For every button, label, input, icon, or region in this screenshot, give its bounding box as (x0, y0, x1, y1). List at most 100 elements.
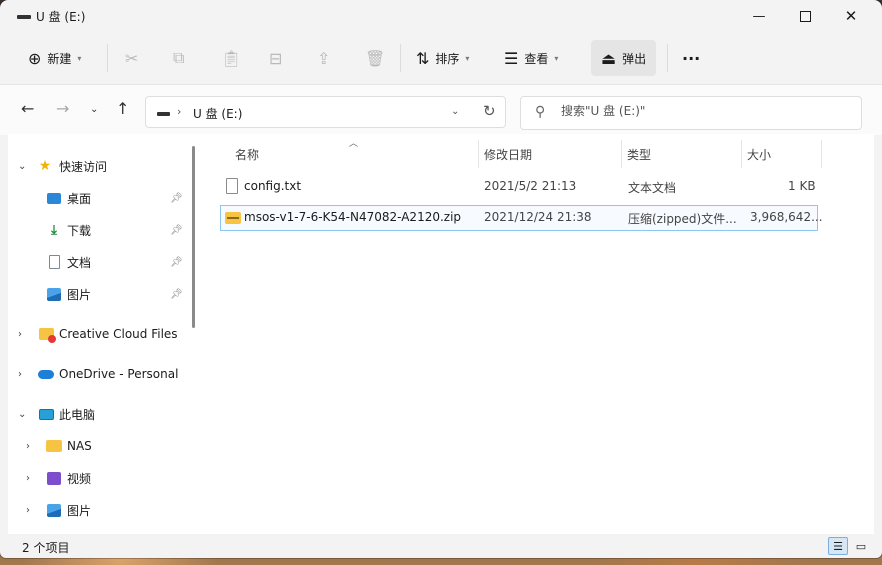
more-options-button[interactable]: ··· (682, 36, 700, 80)
nav-item-this-pc[interactable]: ⌄ 此电脑 (8, 399, 188, 429)
nav-label: OneDrive - Personal (59, 367, 179, 381)
column-divider[interactable] (821, 140, 822, 168)
file-size: 3,968,642... (750, 210, 823, 224)
details-view-icon: ☰ (833, 539, 843, 553)
close-button[interactable]: ✕ (828, 0, 874, 32)
nav-item-documents[interactable]: 文档 📌︎ (8, 247, 188, 277)
nav-item-creative-cloud[interactable]: › Creative Cloud Files (8, 319, 188, 349)
view-button[interactable]: ☰ 查看 ▾ (504, 36, 558, 80)
pin-icon[interactable]: 📌︎ (170, 289, 183, 300)
nav-label: 文档 (67, 255, 92, 270)
clipboard-icon: 📋︎ (221, 48, 242, 68)
nav-item-videos[interactable]: › 视频 (8, 463, 188, 493)
file-row[interactable]: config.txt 2021/5/2 21:13 文本文档 1 KB (220, 174, 818, 200)
pictures-icon (46, 286, 62, 302)
sort-ascending-icon: ︿ (349, 139, 359, 149)
column-divider[interactable] (741, 140, 742, 168)
copy-icon: ⧉ (173, 48, 185, 67)
new-button[interactable]: ⊕ 新建 ▾ (28, 36, 81, 80)
details-view-button[interactable]: ☰ (828, 537, 848, 555)
chevron-down-icon[interactable]: ⌄ (18, 409, 26, 420)
new-label: 新建 (47, 51, 72, 66)
pin-icon[interactable]: 📌︎ (170, 225, 183, 236)
delete-button[interactable]: 🗑︎ (365, 36, 385, 80)
nav-item-pictures-pc[interactable]: › 图片 (8, 495, 188, 525)
copy-button[interactable]: ⧉ (173, 36, 184, 80)
breadcrumb-current[interactable]: U 盘 (E:) (193, 105, 242, 122)
folder-icon (46, 438, 62, 454)
tiles-view-button[interactable]: ▭ (851, 537, 871, 555)
file-size: 1 KB (788, 179, 816, 193)
column-divider[interactable] (621, 140, 622, 168)
nav-item-desktop[interactable]: 桌面 📌︎ (8, 183, 188, 213)
eject-button[interactable]: ⏏ 弹出 (591, 40, 657, 76)
nav-item-onedrive[interactable]: › OneDrive - Personal (8, 359, 188, 389)
cut-button[interactable]: ✂ (125, 36, 138, 80)
chevron-right-icon[interactable]: › (18, 329, 22, 340)
chevron-down-icon[interactable]: ⌄ (18, 161, 26, 172)
file-name: msos-v1-7-6-K54-N47082-A2120.zip (244, 210, 462, 224)
pictures-icon (46, 502, 62, 518)
share-button[interactable]: ⇪ (317, 36, 330, 80)
nav-item-nas[interactable]: › NAS (8, 431, 188, 461)
back-button[interactable]: ← (21, 99, 34, 118)
window-title: U 盘 (E:) (36, 10, 86, 24)
file-date: 2021/5/2 21:13 (484, 179, 577, 193)
sort-label: 排序 (435, 51, 460, 66)
column-header-date[interactable]: 修改日期 (484, 146, 532, 163)
rename-icon: ⊟ (269, 48, 283, 68)
file-row-selected[interactable]: msos-v1-7-6-K54-N47082-A2120.zip 2021/12… (220, 205, 823, 231)
search-icon: ⚲ (535, 104, 546, 120)
breadcrumb-separator[interactable]: › (177, 105, 181, 118)
document-icon (46, 254, 62, 270)
refresh-icon[interactable]: ↻ (483, 102, 496, 120)
nav-label: Creative Cloud Files (59, 327, 178, 341)
ellipsis-icon: ··· (682, 48, 701, 68)
list-view-icon: ☰ (504, 48, 519, 68)
column-divider[interactable] (478, 140, 479, 168)
search-box[interactable]: ⚲ (520, 96, 862, 130)
chevron-down-icon: ▾ (554, 53, 559, 63)
pin-icon[interactable]: 📌︎ (170, 193, 183, 204)
column-header-type[interactable]: 类型 (627, 146, 651, 163)
recent-locations-button[interactable]: ⌄ (90, 104, 98, 115)
column-header-size[interactable]: 大小 (747, 146, 771, 163)
onedrive-cloud-icon (38, 366, 54, 382)
arrow-up-icon: ↑ (116, 99, 130, 118)
zip-folder-icon (225, 212, 241, 224)
pin-icon[interactable]: 📌︎ (170, 257, 183, 268)
nav-item-downloads[interactable]: ⤓ 下载 📌︎ (8, 215, 188, 245)
toolbar-divider (400, 44, 401, 72)
sort-arrows-icon: ⇅ (416, 48, 430, 68)
download-icon: ⤓ (51, 222, 57, 238)
paste-button[interactable]: 📋︎ (221, 36, 241, 80)
nav-item-quick-access[interactable]: ⌄ ★ 快速访问 (8, 151, 188, 181)
maximize-button[interactable] (782, 0, 828, 32)
address-bar[interactable]: › U 盘 (E:) ⌄ (145, 96, 506, 128)
creative-cloud-folder-icon (38, 326, 56, 343)
nav-label: 快速访问 (59, 159, 108, 174)
chevron-right-icon[interactable]: › (26, 473, 30, 484)
up-button[interactable]: ↑ (116, 99, 129, 118)
title-bar[interactable]: U 盘 (E:) — ✕ (0, 0, 882, 32)
sort-button[interactable]: ⇅ 排序 ▾ (416, 36, 469, 80)
minimize-button[interactable]: — (736, 0, 782, 32)
column-header-name[interactable]: 名称 (235, 146, 259, 163)
navigation-pane: ⌄ ★ 快速访问 桌面 📌︎ ⤓ 下载 📌︎ 文档 📌︎ 图片 📌︎ › Cre (8, 134, 202, 534)
scissors-icon: ✂ (125, 48, 139, 68)
plus-circle-icon: ⊕ (28, 48, 42, 68)
nav-item-pictures[interactable]: 图片 📌︎ (8, 279, 188, 309)
chevron-right-icon[interactable]: › (18, 369, 22, 380)
rename-button[interactable]: ⊟ (269, 36, 282, 80)
search-input[interactable] (561, 104, 841, 118)
desktop-icon (46, 190, 62, 206)
chevron-down-icon[interactable]: ⌄ (451, 106, 459, 117)
chevron-right-icon[interactable]: › (26, 505, 30, 516)
maximize-icon (799, 10, 811, 22)
toolbar-divider (107, 44, 108, 72)
share-icon: ⇪ (317, 48, 331, 68)
nav-label: 视频 (67, 471, 92, 486)
chevron-right-icon[interactable]: › (26, 441, 30, 452)
forward-button[interactable]: → (56, 99, 69, 118)
nav-scrollbar[interactable] (192, 146, 195, 328)
